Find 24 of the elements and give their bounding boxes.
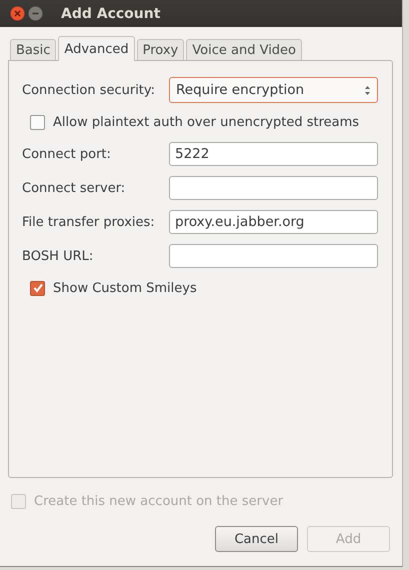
tab[interactable]: Proxy — [136, 39, 184, 60]
tab[interactable]: Basic — [10, 39, 56, 60]
input-field[interactable]: 5222 — [169, 142, 378, 166]
checkbox[interactable] — [30, 280, 45, 296]
spinner-arrows-icon — [364, 84, 371, 96]
window-title: Add Account — [61, 6, 160, 22]
minimize-icon[interactable] — [28, 6, 43, 21]
checkbox-label: Allow plaintext auth over unencrypted streams — [53, 114, 360, 130]
field-label: Connect server: — [22, 180, 126, 196]
field-label: Connection security: — [22, 82, 156, 98]
close-icon[interactable] — [10, 6, 25, 21]
input-field[interactable] — [169, 176, 378, 200]
dialog-button[interactable]: Cancel — [215, 526, 298, 552]
checkbox-label: Show Custom Smileys — [53, 280, 197, 296]
input-field[interactable] — [169, 244, 378, 268]
checkbox-label: Create this new account on the server — [34, 494, 284, 508]
input-field[interactable]: proxy.eu.jabber.org — [169, 210, 378, 234]
tab[interactable]: Voice and Video — [186, 39, 302, 60]
field-label: Connect port: — [22, 146, 112, 162]
field-label: File transfer proxies: — [22, 214, 156, 230]
field-label: BOSH URL: — [22, 248, 94, 264]
checkbox[interactable] — [30, 114, 45, 130]
tab[interactable]: Advanced — [58, 36, 135, 61]
security-dropdown[interactable]: Require encryption — [169, 77, 378, 103]
